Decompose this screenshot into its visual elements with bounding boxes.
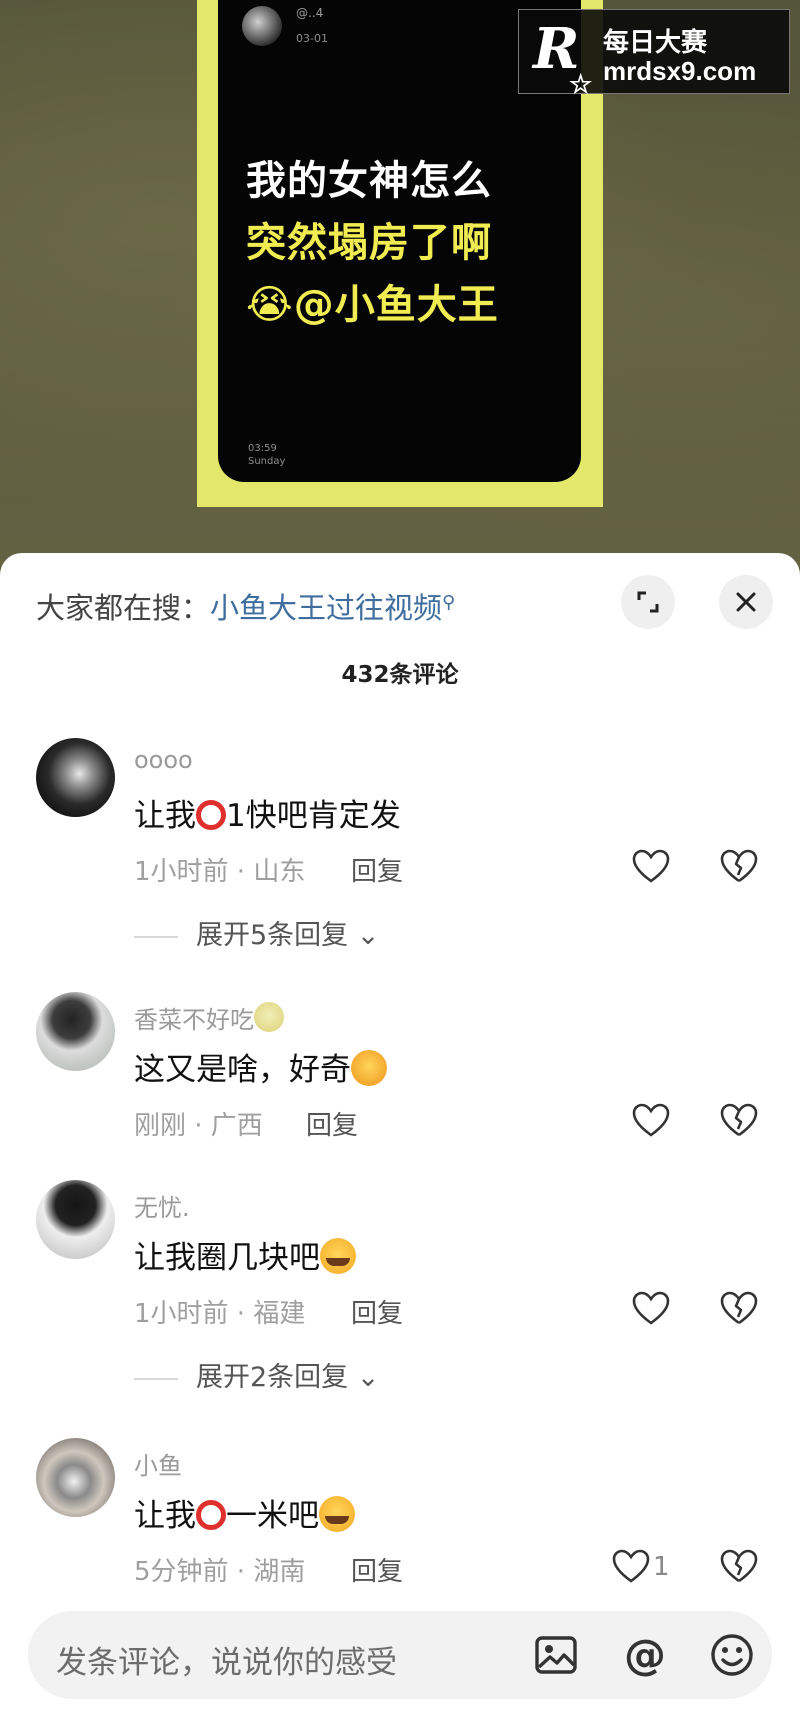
comment-item: 无忧. 让我圈几块吧 1小时前 · 福建 回复 展开2条回复 ⌄ xyxy=(0,1180,800,1393)
comment-username[interactable]: 无忧. xyxy=(134,1188,190,1223)
comment-sheet: 大家都在搜：小鱼大王过往视频⚲ 432条评论 oooo 让我 1快吧肯定发 1小时… xyxy=(0,553,800,1715)
avatar[interactable] xyxy=(36,1438,115,1517)
video-headline: 我的女神怎么 突然塌房了啊 😭@小鱼大王 xyxy=(246,150,566,336)
video-clock: 03:59 xyxy=(248,443,277,454)
laugh-cry-emoji-icon xyxy=(351,1050,387,1086)
comment-text: 让我 1快吧肯定发 xyxy=(134,798,401,834)
chevron-down-icon: ⌄ xyxy=(356,1362,380,1393)
comment-input[interactable]: 发条评论，说说你的感受 xyxy=(56,1637,397,1682)
headline-line-3: 😭@小鱼大王 xyxy=(246,282,499,328)
comment-username[interactable]: 小鱼 xyxy=(134,1446,182,1481)
divider xyxy=(134,1377,178,1380)
broken-heart-icon[interactable] xyxy=(719,1290,759,1326)
post-username: @..4 xyxy=(296,6,324,20)
watermark-title: 每日大赛 xyxy=(603,28,708,58)
comment-count: 432条评论 xyxy=(341,662,459,688)
comment-meta: 1小时前 · 山东 xyxy=(134,857,306,887)
comment-meta: 1小时前 · 福建 xyxy=(134,1299,306,1329)
avatar[interactable] xyxy=(36,992,115,1071)
expand-icon xyxy=(637,591,659,613)
reply-button[interactable]: 回复 xyxy=(351,1293,403,1330)
reply-button[interactable]: 回复 xyxy=(351,851,403,888)
reply-button[interactable]: 回复 xyxy=(351,1551,403,1588)
chevron-down-icon: ⌄ xyxy=(356,920,380,951)
comment-meta: 刚刚 · 广西 xyxy=(134,1111,263,1141)
comment-username[interactable]: 香菜不好吃 xyxy=(134,1000,284,1035)
comment-text: 这又是啥，好奇 xyxy=(134,1044,387,1089)
watermark: R ☆ 每日大赛 mrdsx9.com xyxy=(518,9,790,100)
avatar[interactable] xyxy=(36,738,115,817)
heart-icon[interactable] xyxy=(631,848,671,884)
broken-heart-icon[interactable] xyxy=(719,1102,759,1138)
heart-icon[interactable] xyxy=(631,1290,671,1326)
search-prefix: 大家都在搜： xyxy=(36,591,211,625)
reply-button[interactable]: 回复 xyxy=(306,1105,358,1142)
comment-meta: 5分钟前 · 湖南 xyxy=(134,1557,306,1587)
close-button[interactable] xyxy=(719,575,773,629)
comment-item: 小鱼 让我 一米吧 5分钟前 · 湖南 回复 1 xyxy=(0,1438,800,1608)
comment-text: 让我 一米吧 xyxy=(134,1490,355,1535)
search-suggestion[interactable]: 大家都在搜：小鱼大王过往视频⚲ xyxy=(36,585,455,627)
crying-emoji-icon xyxy=(320,1238,356,1274)
image-icon[interactable] xyxy=(530,1629,582,1681)
headline-line-1: 我的女神怎么 xyxy=(246,158,492,204)
search-icon: ⚲ xyxy=(442,592,456,613)
fullscreen-button[interactable] xyxy=(621,575,675,629)
like-count: 1 xyxy=(653,1552,670,1582)
crying-emoji-icon xyxy=(319,1496,355,1532)
avatar[interactable] xyxy=(36,1180,115,1259)
divider xyxy=(134,935,178,938)
comment-item: oooo 让我 1快吧肯定发 1小时前 · 山东 回复 展开5条回复 ⌄ xyxy=(0,738,800,951)
sweat-smile-emoji-icon xyxy=(254,1002,284,1032)
post-date: 03-01 xyxy=(296,32,328,45)
red-circle-icon xyxy=(196,1500,226,1530)
heart-icon[interactable] xyxy=(611,1548,651,1584)
broken-heart-icon[interactable] xyxy=(719,1548,759,1584)
comment-item: 香菜不好吃 这又是啥，好奇 刚刚 · 广西 回复 xyxy=(0,992,800,1152)
comment-username[interactable]: oooo xyxy=(134,746,193,774)
search-link[interactable]: 小鱼大王过往视频 xyxy=(210,591,442,625)
expand-replies[interactable]: 展开5条回复 ⌄ xyxy=(134,913,379,952)
video-time: 03:59 Sunday xyxy=(248,442,285,468)
emoji-icon[interactable] xyxy=(706,1629,758,1681)
expand-replies[interactable]: 展开2条回复 ⌄ xyxy=(134,1355,379,1394)
comment-input-bar[interactable]: 发条评论，说说你的感受 @ xyxy=(28,1611,772,1699)
watermark-url: mrdsx9.com xyxy=(603,56,757,86)
headline-line-2: 突然塌房了啊 xyxy=(246,220,492,266)
red-circle-icon xyxy=(196,800,226,830)
mention-icon[interactable]: @ xyxy=(619,1629,671,1681)
close-icon xyxy=(736,592,756,612)
comment-text: 让我圈几块吧 xyxy=(134,1232,356,1277)
video-weekday: Sunday xyxy=(248,456,286,467)
broken-heart-icon[interactable] xyxy=(719,848,759,884)
heart-icon[interactable] xyxy=(631,1102,671,1138)
watermark-logo: R ☆ xyxy=(533,16,593,100)
post-avatar xyxy=(242,6,282,46)
